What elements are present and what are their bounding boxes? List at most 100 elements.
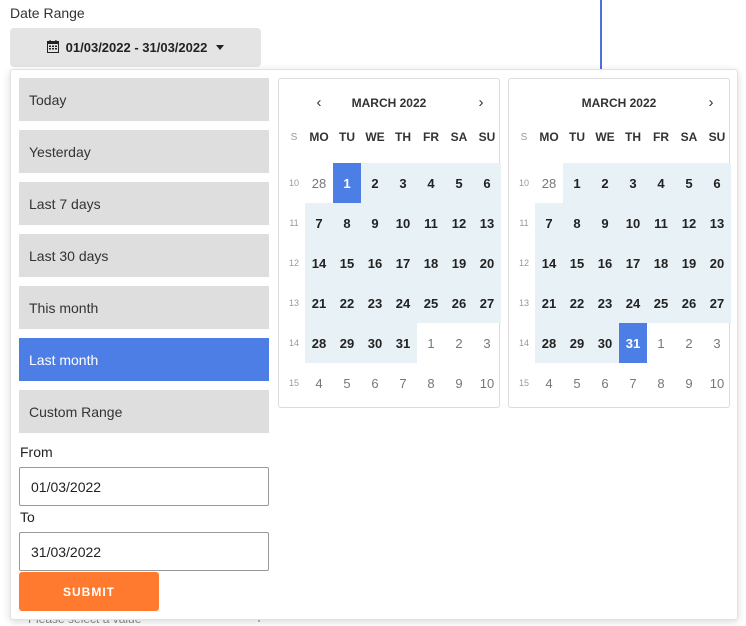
calendar-day[interactable]: 19 [675, 243, 703, 283]
calendar-day[interactable]: 1 [417, 323, 445, 363]
calendar-day[interactable]: 4 [647, 163, 675, 203]
calendar-day[interactable]: 16 [361, 243, 389, 283]
calendar-day[interactable]: 15 [333, 243, 361, 283]
weekday-header: TU [569, 130, 585, 144]
calendar-day[interactable]: 3 [389, 163, 417, 203]
calendar-day[interactable]: 6 [703, 163, 731, 203]
calendar-day[interactable]: 20 [703, 243, 731, 283]
calendar-day[interactable]: 8 [647, 363, 675, 403]
calendar-day[interactable]: 2 [445, 323, 473, 363]
calendar-day[interactable]: 16 [591, 243, 619, 283]
calendar-day[interactable]: 13 [473, 203, 501, 243]
calendar-day[interactable]: 21 [305, 283, 333, 323]
calendar-day[interactable]: 1 [563, 163, 591, 203]
calendar-day[interactable]: 25 [647, 283, 675, 323]
calendar-day[interactable]: 4 [417, 163, 445, 203]
week-number-header: S [520, 131, 528, 143]
from-date-input[interactable] [19, 467, 269, 506]
calendar-day[interactable]: 23 [591, 283, 619, 323]
date-range-button[interactable]: 01/03/2022 - 31/03/2022 [10, 28, 261, 67]
calendar-day[interactable]: 2 [675, 323, 703, 363]
calendar-day[interactable]: 5 [333, 363, 361, 403]
calendar-day[interactable]: 12 [445, 203, 473, 243]
calendar-day[interactable]: 7 [619, 363, 647, 403]
calendar-day[interactable]: 8 [333, 203, 361, 243]
calendar-day[interactable]: 9 [361, 203, 389, 243]
calendar-day[interactable]: 28 [535, 323, 563, 363]
calendar-day[interactable]: 24 [619, 283, 647, 323]
next-month-icon[interactable]: › [471, 93, 491, 113]
calendar-day[interactable]: 24 [389, 283, 417, 323]
calendar-day[interactable]: 1 [333, 163, 361, 203]
calendar-day[interactable]: 17 [389, 243, 417, 283]
calendar-day[interactable]: 7 [535, 203, 563, 243]
range-option-last-30-days[interactable]: Last 30 days [19, 234, 269, 277]
calendar-day[interactable]: 13 [703, 203, 731, 243]
calendar-day[interactable]: 10 [619, 203, 647, 243]
calendar-day[interactable]: 10 [473, 363, 501, 403]
range-option-today[interactable]: Today [19, 78, 269, 121]
calendar-day[interactable]: 14 [305, 243, 333, 283]
calendar-day[interactable]: 29 [563, 323, 591, 363]
range-option-last-month[interactable]: Last month [19, 338, 269, 381]
calendar-day[interactable]: 17 [619, 243, 647, 283]
calendar-day[interactable]: 22 [563, 283, 591, 323]
calendar-day[interactable]: 20 [473, 243, 501, 283]
range-option-last-7-days[interactable]: Last 7 days [19, 182, 269, 225]
calendar-day[interactable]: 22 [333, 283, 361, 323]
calendar-day[interactable]: 5 [445, 163, 473, 203]
calendar-day[interactable]: 3 [619, 163, 647, 203]
prev-month-icon[interactable]: ‹ [309, 93, 329, 113]
calendar-day[interactable]: 6 [473, 163, 501, 203]
calendar-day[interactable]: 26 [675, 283, 703, 323]
calendar-day[interactable]: 10 [703, 363, 731, 403]
calendar-day[interactable]: 6 [361, 363, 389, 403]
calendar-day[interactable]: 29 [333, 323, 361, 363]
calendar-day[interactable]: 23 [361, 283, 389, 323]
calendar-day[interactable]: 7 [305, 203, 333, 243]
calendar-day[interactable]: 6 [591, 363, 619, 403]
calendar-day[interactable]: 18 [647, 243, 675, 283]
range-option-custom-range[interactable]: Custom Range [19, 390, 269, 433]
calendar-day[interactable]: 28 [305, 323, 333, 363]
calendar-day[interactable]: 26 [445, 283, 473, 323]
calendar-day[interactable]: 11 [647, 203, 675, 243]
range-option-yesterday[interactable]: Yesterday [19, 130, 269, 173]
calendar-day[interactable]: 3 [703, 323, 731, 363]
calendar-day[interactable]: 28 [535, 163, 563, 203]
to-date-input[interactable] [19, 532, 269, 571]
calendar-day[interactable]: 10 [389, 203, 417, 243]
calendar-day[interactable]: 4 [535, 363, 563, 403]
calendar-day[interactable]: 12 [675, 203, 703, 243]
calendar-day[interactable]: 8 [417, 363, 445, 403]
calendar-day[interactable]: 25 [417, 283, 445, 323]
calendar-day[interactable]: 21 [535, 283, 563, 323]
calendar-day[interactable]: 2 [591, 163, 619, 203]
calendar-day[interactable]: 9 [445, 363, 473, 403]
calendar-day[interactable]: 4 [305, 363, 333, 403]
calendar-day[interactable]: 31 [619, 323, 647, 363]
calendar-day[interactable]: 5 [563, 363, 591, 403]
submit-button[interactable]: SUBMIT [19, 572, 159, 611]
calendar-day[interactable]: 5 [675, 163, 703, 203]
calendar-day[interactable]: 31 [389, 323, 417, 363]
calendar-day[interactable]: 9 [591, 203, 619, 243]
range-option-this-month[interactable]: This month [19, 286, 269, 329]
calendar-day[interactable]: 18 [417, 243, 445, 283]
calendar-day[interactable]: 30 [361, 323, 389, 363]
calendar-day[interactable]: 27 [703, 283, 731, 323]
calendar-day[interactable]: 14 [535, 243, 563, 283]
calendar-day[interactable]: 9 [675, 363, 703, 403]
calendar-day[interactable]: 7 [389, 363, 417, 403]
calendar-day[interactable]: 19 [445, 243, 473, 283]
calendar-day[interactable]: 2 [361, 163, 389, 203]
calendar-day[interactable]: 28 [305, 163, 333, 203]
calendar-day[interactable]: 30 [591, 323, 619, 363]
calendar-day[interactable]: 15 [563, 243, 591, 283]
calendar-day[interactable]: 3 [473, 323, 501, 363]
calendar-day[interactable]: 11 [417, 203, 445, 243]
next-month-icon[interactable]: › [701, 93, 721, 113]
calendar-day[interactable]: 1 [647, 323, 675, 363]
calendar-day[interactable]: 27 [473, 283, 501, 323]
calendar-day[interactable]: 8 [563, 203, 591, 243]
